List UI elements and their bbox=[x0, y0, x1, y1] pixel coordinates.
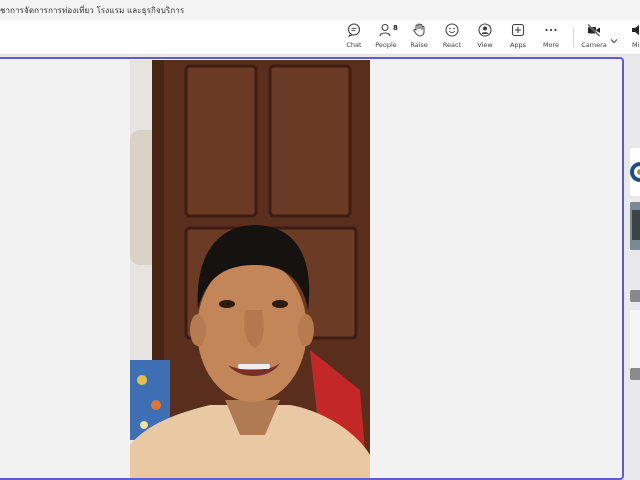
thumbnail-logo[interactable] bbox=[630, 148, 640, 196]
view-label: View bbox=[477, 41, 493, 49]
thumbnail-blank[interactable] bbox=[630, 310, 640, 370]
participant-thumbnails bbox=[628, 57, 640, 480]
smiley-icon bbox=[445, 23, 459, 37]
meeting-toolbar: Chat 8 People Raise React View Apps More… bbox=[0, 20, 640, 55]
chat-icon bbox=[347, 23, 361, 37]
view-button[interactable]: View bbox=[467, 23, 503, 53]
camera-off-icon bbox=[587, 23, 601, 37]
raise-label: Raise bbox=[410, 41, 428, 49]
chat-label: Chat bbox=[346, 41, 362, 49]
raise-hand-button[interactable]: Raise bbox=[401, 23, 437, 53]
mic-button[interactable]: Mi bbox=[624, 23, 640, 53]
hand-icon bbox=[412, 23, 426, 37]
window-title: ชาการจัดการการท่องเที่ยว โรงแรม และธุรกิ… bbox=[0, 6, 185, 15]
thumbnail-badge-2 bbox=[630, 368, 640, 380]
apps-label: Apps bbox=[509, 41, 527, 49]
chevron-down-icon[interactable] bbox=[609, 31, 619, 44]
participant-video[interactable] bbox=[130, 60, 370, 478]
people-button[interactable]: 8 People bbox=[368, 23, 404, 53]
meeting-stage bbox=[0, 57, 624, 480]
apps-button[interactable]: Apps bbox=[500, 23, 536, 53]
people-icon: 8 bbox=[379, 23, 398, 37]
people-count: 8 bbox=[393, 24, 398, 32]
chat-button[interactable]: Chat bbox=[336, 23, 372, 53]
camera-button[interactable]: Camera bbox=[576, 23, 612, 53]
speaker-icon bbox=[630, 23, 640, 37]
thumbnail-badge bbox=[630, 290, 640, 302]
participant-video-frame bbox=[130, 60, 370, 478]
thumbnail-video[interactable] bbox=[630, 202, 640, 250]
camera-label: Camera bbox=[581, 41, 607, 49]
react-label: React bbox=[442, 41, 462, 49]
more-label: More bbox=[542, 41, 560, 49]
view-icon bbox=[478, 23, 492, 37]
title-bar: ชาการจัดการการท่องเที่ยว โรงแรม และธุรกิ… bbox=[0, 0, 640, 21]
people-label: People bbox=[375, 41, 397, 49]
more-dots-icon bbox=[544, 23, 558, 37]
react-button[interactable]: React bbox=[434, 23, 470, 53]
more-button[interactable]: More bbox=[533, 23, 569, 53]
apps-plus-icon bbox=[511, 23, 525, 37]
toolbar-divider bbox=[573, 27, 574, 47]
mic-label: Mi bbox=[632, 41, 640, 49]
